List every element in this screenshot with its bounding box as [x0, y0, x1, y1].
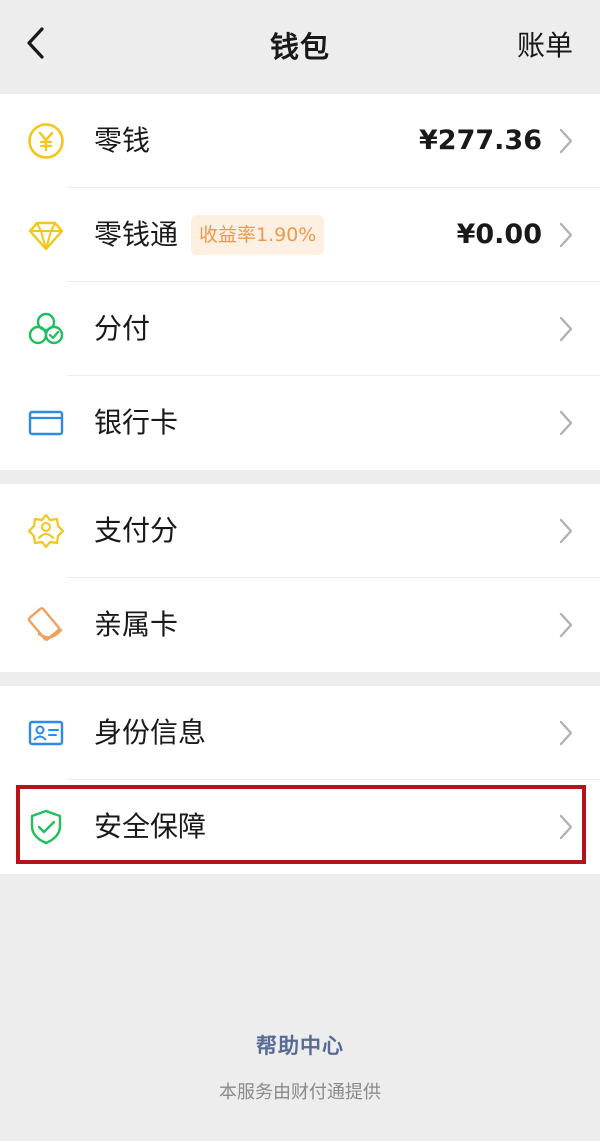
yuan-coin-icon: [27, 122, 65, 160]
chevron-right-icon: [559, 410, 573, 436]
row-lingqiantong[interactable]: 零钱通 收益率1.90% ¥0.00: [0, 188, 600, 282]
chevron-right-icon: [559, 518, 573, 544]
row-label: 零钱: [94, 124, 151, 157]
row-label: 银行卡: [94, 406, 179, 439]
chevron-right-icon: [559, 128, 573, 154]
footer: 帮助中心 本服务由财付通提供: [0, 1030, 600, 1104]
row-zhifufen[interactable]: 支付分: [0, 484, 600, 578]
provider-note: 本服务由财付通提供: [219, 1082, 381, 1103]
wallet-group-credit: 支付分 亲属卡: [0, 484, 600, 672]
help-center-link[interactable]: 帮助中心: [0, 1030, 600, 1060]
wallet-group-balance: 零钱 ¥277.36 零钱通 收益率1.90% ¥0.00 分付 银行卡: [0, 94, 600, 470]
diamond-icon: [27, 216, 65, 254]
chevron-right-icon: [559, 316, 573, 342]
page-title: 钱包: [269, 30, 330, 64]
row-label: 亲属卡: [94, 608, 179, 641]
row-fenfu[interactable]: 分付: [0, 282, 600, 376]
yield-rate-badge: 收益率1.90%: [191, 215, 325, 255]
row-yinhangka[interactable]: 银行卡: [0, 376, 600, 470]
row-label: 支付分: [94, 514, 179, 547]
bank-card-icon: [27, 404, 65, 442]
family-card-icon: [27, 606, 65, 644]
fenfu-clover-icon: [27, 310, 65, 348]
row-label: 零钱通: [94, 218, 179, 251]
chevron-right-icon: [559, 612, 573, 638]
row-lingqian[interactable]: 零钱 ¥277.36: [0, 94, 600, 188]
row-qinshuka[interactable]: 亲属卡: [0, 578, 600, 672]
chevron-right-icon: [559, 720, 573, 746]
id-card-icon: [27, 714, 65, 752]
score-badge-icon: [27, 512, 65, 550]
row-shenfen[interactable]: 身份信息: [0, 686, 600, 780]
highlight-box: [16, 785, 586, 864]
nav-bar: 钱包 账单: [0, 0, 600, 94]
row-label: 分付: [94, 312, 151, 345]
row-label: 身份信息: [94, 716, 207, 749]
lingqiantong-value: ¥0.00: [456, 219, 542, 250]
balance-value: ¥277.36: [419, 125, 542, 156]
bill-button[interactable]: 账单: [517, 24, 573, 64]
chevron-right-icon: [559, 222, 573, 248]
